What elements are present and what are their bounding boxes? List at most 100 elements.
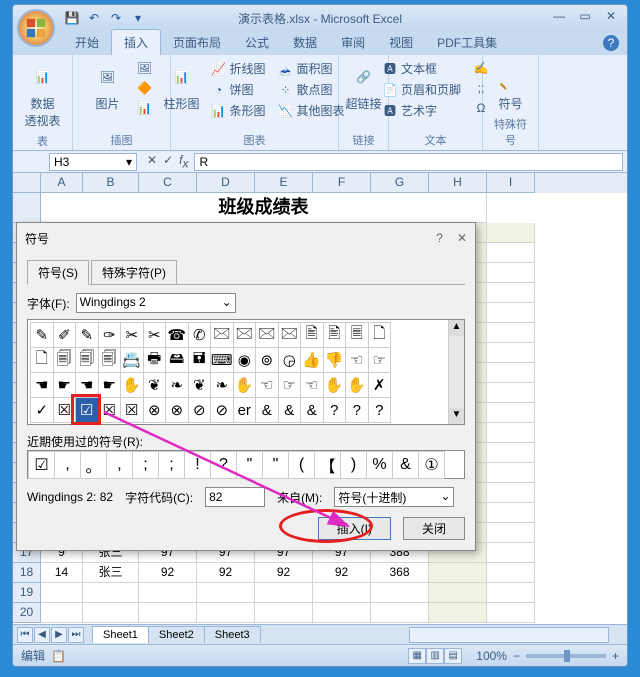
- tab-insert[interactable]: 插入: [111, 29, 161, 55]
- sheet-tab-2[interactable]: Sheet2: [148, 626, 205, 643]
- recent-symbol[interactable]: ①: [418, 451, 445, 479]
- cell[interactable]: 张三: [83, 563, 139, 583]
- picture-button[interactable]: 🖼图片: [88, 59, 128, 114]
- cell[interactable]: [487, 263, 535, 283]
- dialog-help-icon[interactable]: ?: [436, 231, 443, 245]
- symbol-cell[interactable]: ✋: [233, 372, 257, 398]
- cell[interactable]: [371, 603, 429, 623]
- close-button[interactable]: ✕: [599, 7, 623, 25]
- symbol-cell[interactable]: ◶: [278, 347, 302, 373]
- scatter-chart-button[interactable]: ⁘散点图: [275, 80, 348, 99]
- cell[interactable]: [255, 583, 313, 603]
- recent-symbol[interactable]: ☑: [28, 451, 55, 479]
- formula-bar[interactable]: R: [194, 153, 623, 171]
- cell[interactable]: 14: [41, 563, 83, 583]
- symbol-cell[interactable]: ⊘: [210, 397, 234, 423]
- symbol-cell[interactable]: ☛: [98, 372, 122, 398]
- area-chart-button[interactable]: 🗻面积图: [275, 59, 348, 78]
- cell[interactable]: [487, 543, 535, 563]
- symbol-cell[interactable]: ✗: [368, 372, 392, 398]
- cell[interactable]: [313, 603, 371, 623]
- column-chart-button[interactable]: 📊柱形图: [161, 59, 201, 114]
- recent-symbol[interactable]: 。: [80, 451, 107, 479]
- close-button[interactable]: 关闭: [403, 517, 465, 540]
- symbol-cell[interactable]: 🗋: [30, 347, 54, 373]
- symbol-cell[interactable]: 👎: [323, 347, 347, 373]
- symbol-cell[interactable]: ☜: [300, 372, 324, 398]
- cell[interactable]: 92: [197, 563, 255, 583]
- cell[interactable]: [487, 363, 535, 383]
- cell[interactable]: [487, 243, 535, 263]
- tab-page-layout[interactable]: 页面布局: [161, 30, 233, 55]
- maximize-button[interactable]: ▭: [573, 7, 597, 25]
- qat-save[interactable]: 💾: [63, 9, 81, 27]
- symbol-cell[interactable]: 🖂: [233, 322, 257, 348]
- cell[interactable]: [487, 463, 535, 483]
- symbol-cell[interactable]: ✋: [120, 372, 144, 398]
- symbol-cell[interactable]: ☒: [120, 397, 144, 423]
- cell[interactable]: [487, 283, 535, 303]
- cell[interactable]: [487, 523, 535, 543]
- cell[interactable]: [41, 603, 83, 623]
- row-header[interactable]: 20: [13, 603, 41, 623]
- tab-formulas[interactable]: 公式: [233, 30, 281, 55]
- from-combobox[interactable]: 符号(十进制)⌄: [334, 487, 454, 507]
- symbol-cell[interactable]: ⊘: [188, 397, 212, 423]
- col-header-F[interactable]: F: [313, 173, 371, 193]
- symbol-cell[interactable]: ❧: [165, 372, 189, 398]
- symbol-scrollbar[interactable]: ▲▼: [448, 320, 464, 424]
- symbol-cell[interactable]: 🗐: [53, 347, 77, 373]
- page-layout-button[interactable]: ▥: [426, 648, 444, 664]
- recent-symbol[interactable]: ?: [210, 451, 237, 479]
- page-break-button[interactable]: ▤: [444, 648, 462, 664]
- cell[interactable]: [429, 603, 487, 623]
- cell[interactable]: [487, 223, 535, 243]
- minimize-button[interactable]: —: [547, 7, 571, 25]
- recent-symbol[interactable]: !: [184, 451, 211, 479]
- symbol-cell[interactable]: 🗐: [98, 347, 122, 373]
- symbol-cell[interactable]: 📇: [120, 347, 144, 373]
- shapes-button[interactable]: 🔶: [134, 79, 156, 97]
- col-header-B[interactable]: B: [83, 173, 139, 193]
- symbol-cell[interactable]: 🖬: [188, 347, 212, 373]
- clipart-button[interactable]: 🖼: [134, 59, 156, 77]
- symbol-cell[interactable]: ✋: [323, 372, 347, 398]
- line-chart-button[interactable]: 📈折线图: [208, 59, 269, 78]
- qat-redo[interactable]: ↷: [107, 9, 125, 27]
- symbol-cell[interactable]: 🗏: [345, 322, 369, 348]
- symbol-cell[interactable]: ❧: [210, 372, 234, 398]
- cell[interactable]: [487, 323, 535, 343]
- next-sheet-button[interactable]: ▶: [51, 627, 67, 643]
- symbol-cell[interactable]: ☛: [53, 372, 77, 398]
- symbol-cell[interactable]: 👍: [300, 347, 324, 373]
- col-header-D[interactable]: D: [197, 173, 255, 193]
- recent-symbol[interactable]: ;: [132, 451, 159, 479]
- zoom-in-button[interactable]: +: [612, 649, 619, 663]
- cell[interactable]: [487, 503, 535, 523]
- symbol-cell[interactable]: ☒: [53, 397, 77, 423]
- cell[interactable]: [41, 583, 83, 603]
- cell[interactable]: [487, 583, 535, 603]
- office-button[interactable]: [17, 9, 55, 47]
- cell[interactable]: [139, 603, 197, 623]
- symbol-cell[interactable]: ✓: [30, 397, 54, 423]
- symbol-button[interactable]: 、符号: [491, 59, 531, 114]
- fx-icon[interactable]: fx: [179, 153, 188, 170]
- normal-view-button[interactable]: ▦: [408, 648, 426, 664]
- cell[interactable]: [197, 603, 255, 623]
- symbol-cell[interactable]: 🖂: [210, 322, 234, 348]
- zoom-slider[interactable]: [526, 654, 606, 658]
- symbol-cell[interactable]: er: [233, 397, 257, 423]
- symbol-cell[interactable]: ☜: [255, 372, 279, 398]
- symbol-cell[interactable]: &: [278, 397, 302, 423]
- symbol-cell[interactable]: ❦: [143, 372, 167, 398]
- font-combobox[interactable]: Wingdings 2⌄: [76, 293, 236, 313]
- symbol-cell[interactable]: ☜: [345, 347, 369, 373]
- cell[interactable]: [487, 423, 535, 443]
- pivot-table-button[interactable]: 📊数据 透视表: [22, 59, 62, 131]
- cell[interactable]: 92: [255, 563, 313, 583]
- column-headers[interactable]: ABCDEFGHI: [41, 173, 627, 193]
- symbol-cell[interactable]: ✐: [53, 322, 77, 348]
- symbol-cell[interactable]: ⌨: [210, 347, 234, 373]
- qat-undo[interactable]: ↶: [85, 9, 103, 27]
